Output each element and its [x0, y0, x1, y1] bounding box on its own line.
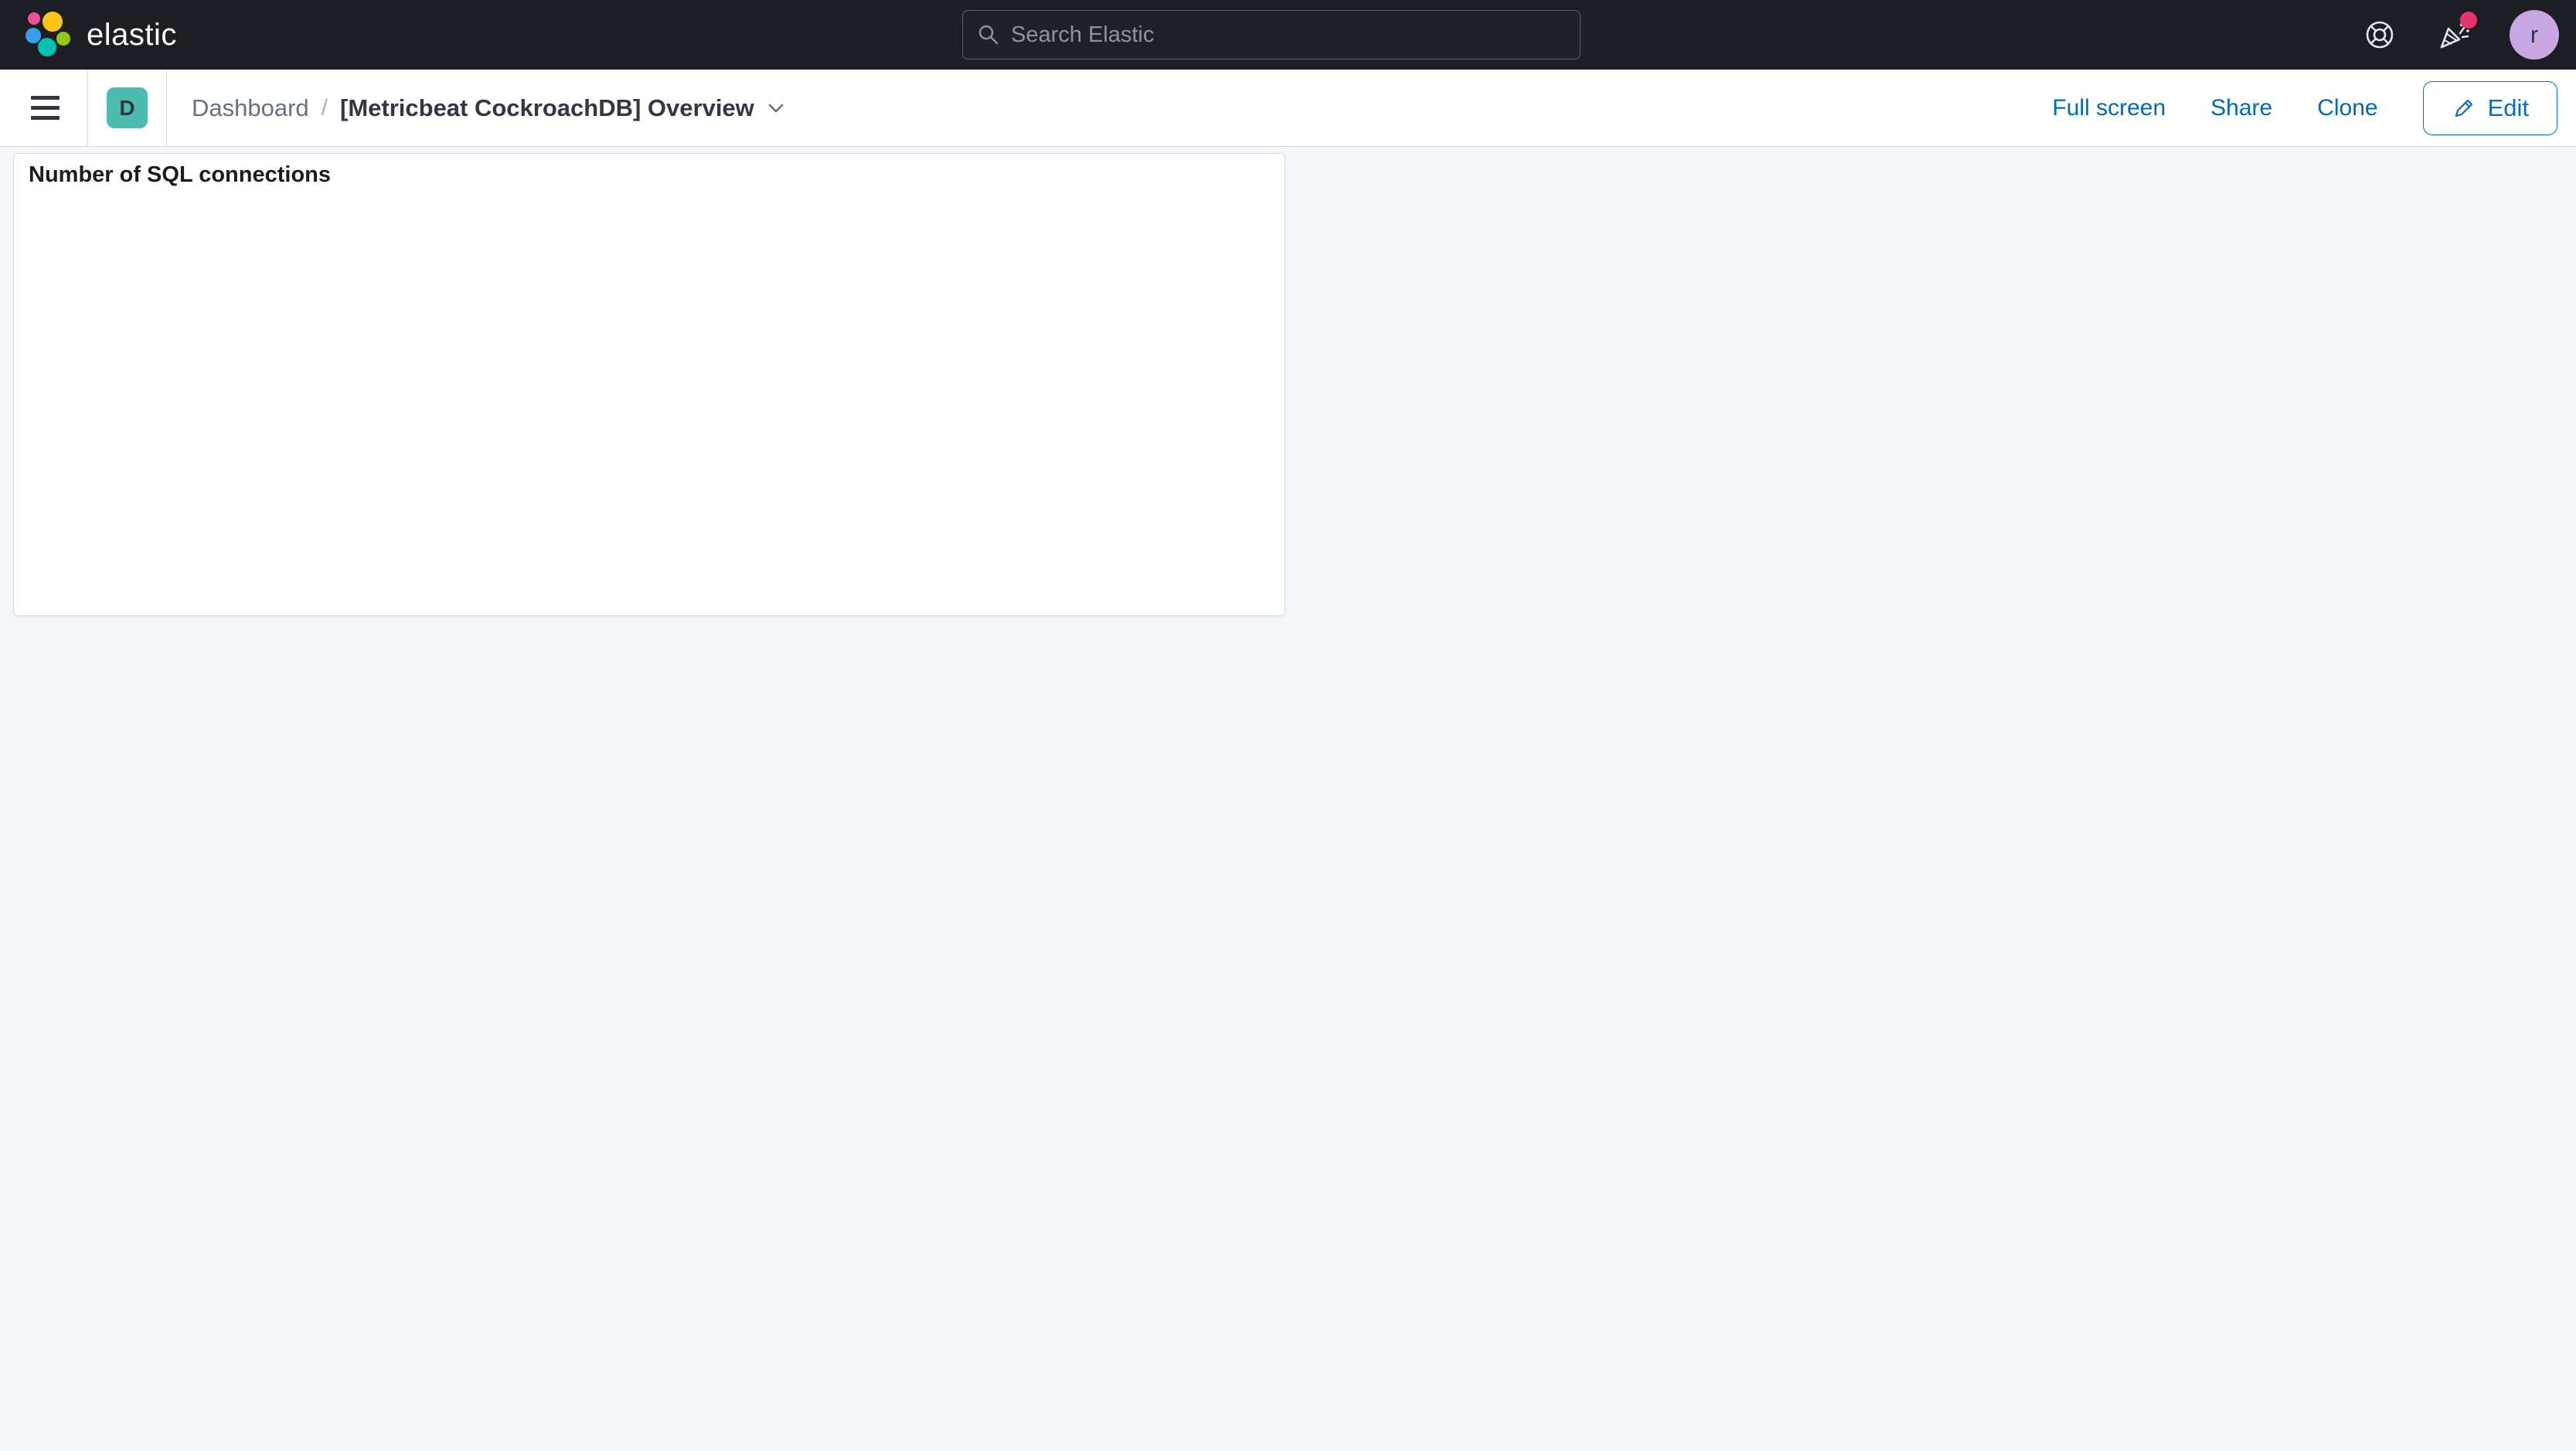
menu-button[interactable] — [26, 91, 64, 124]
life-buoy-icon — [2366, 21, 2394, 49]
breadcrumb-bar: D Dashboard / [Metricbeat CockroachDB] O… — [0, 69, 2576, 147]
divider — [166, 69, 167, 147]
divider — [87, 69, 88, 147]
panel-title: Number of SQL connections — [29, 162, 332, 187]
space-badge[interactable]: D — [107, 87, 148, 128]
full-screen-button[interactable]: Full screen — [2052, 95, 2166, 121]
elastic-logo-icon — [26, 12, 70, 56]
breadcrumb-separator: / — [321, 94, 328, 121]
breadcrumb-dashboard[interactable]: Dashboard — [192, 94, 309, 122]
user-avatar[interactable]: r — [2510, 10, 2559, 60]
top-app-bar: elastic Search Elastic r — [0, 0, 2576, 70]
search-input[interactable] — [1011, 22, 1566, 48]
page-title: [Metricbeat CockroachDB] Overview — [340, 94, 754, 121]
dashboard-grid: Number of SQL connections — [0, 148, 2576, 1451]
share-button[interactable]: Share — [2210, 95, 2272, 121]
notification-dot — [2460, 12, 2477, 29]
newsfeed-button[interactable] — [2435, 12, 2477, 53]
panel-number-of-sql-connections: Number of SQL connections — [13, 153, 1285, 616]
help-button[interactable] — [2361, 16, 2398, 53]
logo-wordmark: elastic — [87, 17, 177, 52]
chevron-down-icon[interactable] — [767, 102, 785, 114]
edit-button-label: Edit — [2487, 94, 2529, 121]
edit-button[interactable]: Edit — [2422, 80, 2557, 135]
search-icon — [978, 25, 999, 45]
global-search[interactable] — [962, 10, 1581, 60]
clone-button[interactable]: Clone — [2317, 95, 2377, 121]
breadcrumb: Dashboard / [Metricbeat CockroachDB] Ove… — [192, 94, 785, 122]
pencil-icon — [2455, 99, 2472, 117]
elastic-logo[interactable]: elastic — [23, 10, 177, 60]
